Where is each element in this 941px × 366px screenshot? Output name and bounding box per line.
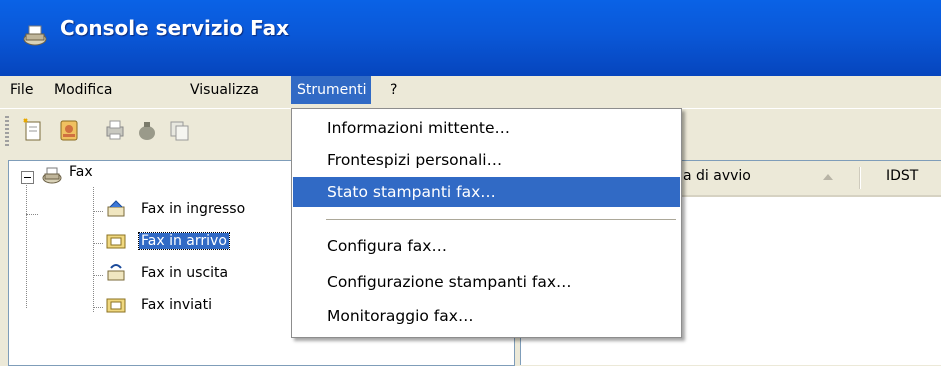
incoming-fax-icon [107,200,125,217]
collapse-toggle[interactable] [21,171,34,184]
fax-console-icon [23,25,47,46]
tree-item-fax-in-uscita[interactable]: Fax in uscita [139,265,230,281]
sort-arrow-icon [823,174,833,180]
outgoing-fax-icon [107,264,125,281]
tree-item-fax-in-arrivo[interactable]: Fax in arrivo [138,232,230,250]
menu-strumenti[interactable]: Strumenti [291,76,371,104]
fax-root-icon [42,167,62,184]
menu-item-frontespizi-personali[interactable]: Frontespizi personali… [293,145,680,175]
toolbar-grip[interactable] [5,116,9,146]
menu-item-configura-fax[interactable]: Configura fax… [293,231,680,261]
menu-modifica[interactable]: Modifica [46,76,126,104]
menu-bar: File Modifica Visualizza Strumenti ? [0,76,941,108]
menu-item-stato-stampanti-fax[interactable]: Stato stampanti fax… [293,177,680,207]
bag-icon[interactable] [134,117,160,143]
copy-icon[interactable] [166,117,192,143]
menu-visualizza[interactable]: Visualizza [190,76,285,104]
sent-folder-icon [106,298,126,313]
column-header-idst[interactable]: IDST [886,168,918,184]
menu-item-monitoraggio-fax[interactable]: Monitoraggio fax… [293,301,680,331]
menu-item-informazioni-mittente[interactable]: Informazioni mittente… [293,113,680,143]
title-bar[interactable]: Console servizio Fax [0,0,941,76]
window-title: Console servizio Fax [60,16,289,40]
menu-file[interactable]: File [5,76,44,104]
print-icon[interactable] [102,117,128,143]
tree-item-fax-inviati[interactable]: Fax inviati [139,297,214,313]
strumenti-menu: Informazioni mittente… Frontespizi perso… [291,108,682,338]
menu-separator [326,219,676,220]
tree-item-fax-in-ingresso[interactable]: Fax in ingresso [139,201,247,217]
address-book-icon[interactable] [56,117,82,143]
column-header-start[interactable]: a di avvio [683,168,751,184]
tree-root-fax[interactable]: Fax [67,164,95,180]
menu-item-configurazione-stampanti-fax[interactable]: Configurazione stampanti fax… [293,267,680,297]
inbox-folder-icon [106,234,126,249]
new-fax-icon[interactable] [20,117,46,143]
column-separator[interactable] [859,167,860,189]
menu-help[interactable]: ? [376,76,420,104]
tree-guide [93,187,94,312]
